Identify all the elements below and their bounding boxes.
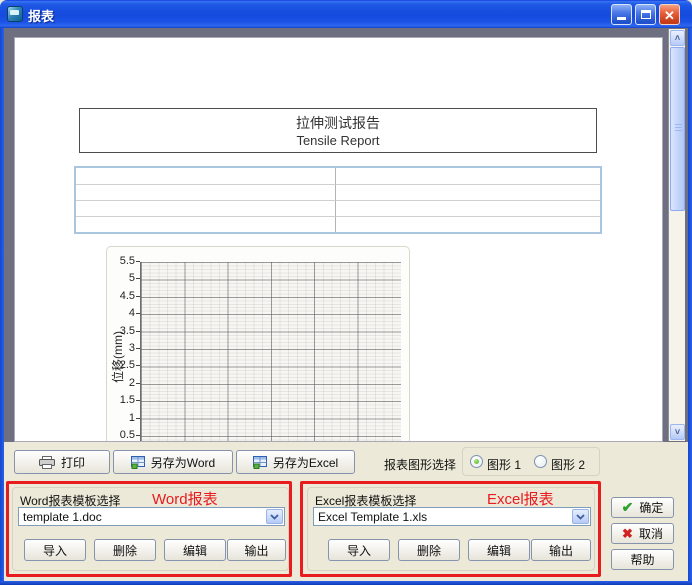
y-tick: 5.5 [107,255,135,267]
cancel-button[interactable]: ✖ 取消 [611,523,674,544]
y-tick: 0.5 [107,429,135,441]
radio-graph-2-label: 图形 2 [551,456,585,473]
word-dropdown-arrow-icon[interactable] [266,509,283,524]
excel-export-button[interactable]: 输出 [531,539,591,561]
word-edit-button[interactable]: 编辑 [164,539,226,561]
word-export-label: 输出 [244,542,268,559]
save-as-excel-label: 另存为Excel [273,454,338,471]
word-annotation-text: Word报表 [152,488,218,509]
save-as-word-button[interactable]: 另存为Word [113,450,233,474]
y-tick: 4 [107,307,135,319]
excel-template-value: Excel Template 1.xls [318,510,427,524]
save-excel-icon [253,456,267,469]
table-cell [335,184,600,200]
check-icon: ✔ [622,499,634,516]
table-cell [76,200,335,216]
radio-graph-2[interactable] [534,455,547,468]
excel-import-label: 导入 [347,542,371,559]
word-delete-label: 删除 [113,542,137,559]
table-cell [76,168,335,184]
report-title-cn: 拉伸测试报告 [296,113,380,133]
save-word-icon [131,456,145,469]
y-tick: 3 [107,342,135,354]
minimize-button[interactable] [611,4,632,25]
window-frame-right [688,28,692,585]
excel-export-label: 输出 [549,542,573,559]
y-tick: 5 [107,272,135,284]
save-as-excel-button[interactable]: 另存为Excel [236,450,355,474]
window-title: 报表 [28,6,54,25]
maximize-icon [641,10,651,19]
y-tick: 2.5 [107,359,135,371]
excel-template-select[interactable]: Excel Template 1.xls [313,507,591,526]
printer-icon [39,456,55,469]
window-frame-bottom [0,581,692,585]
word-template-select[interactable]: template 1.doc [18,507,285,526]
table-cell [76,184,335,200]
excel-edit-label: 编辑 [487,542,511,559]
word-import-label: 导入 [43,542,67,559]
report-info-table [74,166,602,234]
report-page: 拉伸测试报告 Tensile Report 位移(mm) 5.5 5 4.5 4… [14,37,663,442]
help-button-label: 帮助 [630,551,654,568]
minimize-icon [617,17,626,20]
displacement-chart: 位移(mm) 5.5 5 4.5 4 3.5 3 2.5 2 1.5 1 0.5 [106,246,410,442]
ok-button-label: 确定 [639,499,663,516]
radio-graph-1-label: 图形 1 [487,456,521,473]
table-cell [335,216,600,232]
cancel-button-label: 取消 [639,525,663,542]
save-as-word-label: 另存为Word [151,454,215,471]
chart-plot-area [140,262,401,442]
ok-button[interactable]: ✔ 确定 [611,497,674,518]
titlebar: 报表 ✕ [0,0,692,28]
app-icon [7,6,23,22]
scroll-up-button[interactable]: ˄ [670,30,685,46]
report-dialog-window: 报表 ✕ 拉伸测试报告 Tensile Report 位 [0,0,692,585]
y-tick: 1.5 [107,394,135,406]
word-import-button[interactable]: 导入 [24,539,86,561]
report-title-box: 拉伸测试报告 Tensile Report [79,108,597,153]
excel-dropdown-arrow-icon[interactable] [572,509,589,524]
radio-graph-1[interactable] [470,455,483,468]
word-edit-label: 编辑 [183,542,207,559]
excel-import-button[interactable]: 导入 [328,539,390,561]
report-preview-area: 拉伸测试报告 Tensile Report 位移(mm) 5.5 5 4.5 4… [4,28,688,442]
scrollbar-thumb[interactable] [670,47,685,211]
cancel-x-icon: ✖ [622,526,633,542]
close-icon: ✕ [660,7,679,24]
excel-delete-label: 删除 [417,542,441,559]
table-cell [335,200,600,216]
print-button-label: 打印 [61,454,85,471]
y-tick: 1 [107,412,135,424]
table-cell [335,168,600,184]
close-button[interactable]: ✕ [659,4,680,25]
excel-delete-button[interactable]: 删除 [398,539,460,561]
word-export-button[interactable]: 输出 [227,539,286,561]
report-title-en: Tensile Report [296,133,379,148]
word-delete-button[interactable]: 删除 [94,539,156,561]
maximize-button[interactable] [635,4,656,25]
table-cell [76,216,335,232]
graph-select-label: 报表图形选择 [384,456,456,473]
scroll-down-button[interactable]: ˅ [670,424,685,440]
help-button[interactable]: 帮助 [611,549,674,570]
word-template-value: template 1.doc [23,510,102,524]
excel-edit-button[interactable]: 编辑 [468,539,530,561]
y-tick: 2 [107,377,135,389]
excel-annotation-text: Excel报表 [487,488,554,509]
preview-scrollbar[interactable]: ˄ ˅ [668,29,685,441]
y-tick: 3.5 [107,325,135,337]
y-tick: 4.5 [107,290,135,302]
print-button[interactable]: 打印 [14,450,110,474]
